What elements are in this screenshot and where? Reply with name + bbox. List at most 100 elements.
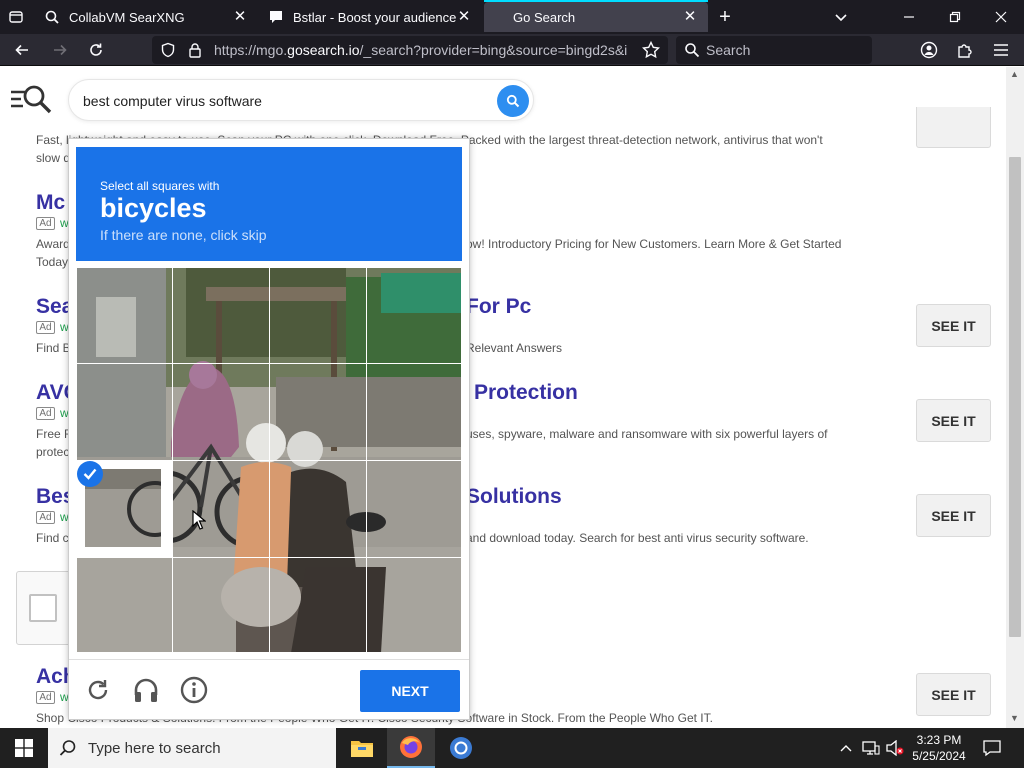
tab-title: CollabVM SearXNG — [69, 9, 185, 25]
see-it-button[interactable]: SEE IT — [916, 399, 991, 442]
page-scrollbar[interactable]: ▲ ▼ — [1006, 67, 1024, 728]
image-tile[interactable] — [172, 557, 270, 653]
result-snippet: Relevant Answers — [466, 341, 563, 355]
image-tile[interactable] — [269, 267, 367, 364]
query-search-box[interactable]: best computer virus software — [68, 79, 534, 121]
reload-button[interactable] — [84, 39, 108, 61]
see-it-button[interactable] — [916, 107, 991, 148]
arrow-right-icon — [54, 44, 67, 56]
taskbar-search-box[interactable]: Type here to search — [48, 728, 336, 768]
show-hidden-icons-button[interactable] — [836, 728, 856, 768]
result-snippet: ow! Introductory Pricing for New Custome… — [466, 237, 842, 251]
forward-button[interactable] — [48, 39, 72, 61]
plus-icon: + — [719, 5, 731, 28]
challenge-footer: NEXT — [69, 659, 469, 719]
extensions-button[interactable] — [954, 39, 976, 61]
headphones-icon — [134, 678, 158, 702]
image-tile[interactable] — [269, 557, 367, 653]
image-tile[interactable] — [172, 460, 270, 558]
scroll-up-icon[interactable]: ▲ — [1010, 69, 1019, 79]
image-tile[interactable] — [269, 363, 367, 461]
challenge-header: Select all squares with bicycles If ther… — [76, 147, 462, 261]
firefox-view-button[interactable] — [4, 6, 28, 28]
clock-time: 3:23 PM — [916, 733, 962, 747]
reload-challenge-button[interactable] — [83, 675, 113, 705]
browser-tab-bar: CollabVM SearXNG ✕ Bstlar - Boost your a… — [0, 0, 1024, 34]
see-it-button[interactable]: SEE IT — [916, 494, 991, 537]
recaptcha-checkbox[interactable] — [29, 594, 57, 622]
scroll-thumb[interactable] — [1009, 157, 1021, 637]
image-tile[interactable] — [172, 363, 270, 461]
shield-icon — [161, 42, 175, 58]
search-submit-button[interactable] — [497, 85, 529, 117]
browser-search-bar[interactable]: Search — [676, 36, 872, 64]
recaptcha-challenge: Select all squares with bicycles If ther… — [68, 138, 470, 720]
image-tile[interactable] — [172, 267, 270, 364]
close-tab-icon[interactable]: ✕ — [682, 9, 698, 25]
challenge-hint: If there are none, click skip — [100, 227, 267, 243]
folder-icon — [351, 741, 373, 757]
image-tile[interactable] — [366, 267, 462, 364]
search-query[interactable]: best computer virus software — [83, 93, 262, 109]
tab-go-search[interactable]: Go Search ✕ — [484, 0, 708, 32]
reload-icon — [90, 43, 102, 56]
result-title[interactable]: Mc — [36, 191, 65, 215]
image-tile[interactable] — [366, 363, 462, 461]
scroll-down-icon[interactable]: ▼ — [1010, 713, 1019, 723]
result-title[interactable]: For Pc — [466, 295, 531, 319]
list-all-tabs-button[interactable] — [830, 6, 852, 28]
image-tile[interactable] — [76, 363, 173, 461]
new-tab-button[interactable]: + — [714, 6, 736, 28]
image-tile-selected[interactable] — [76, 460, 173, 558]
search-icon — [506, 94, 520, 108]
audio-challenge-button[interactable] — [131, 675, 161, 705]
challenge-image-grid — [76, 267, 462, 653]
notifications-button[interactable] — [978, 728, 1006, 768]
arrow-left-icon — [15, 44, 28, 56]
help-button[interactable] — [179, 675, 209, 705]
notification-icon — [983, 740, 1001, 757]
close-window-button[interactable] — [978, 4, 1024, 30]
image-tile[interactable] — [269, 460, 367, 558]
windows-taskbar: Type here to search 3:23 PM 5/25/2024 — [0, 728, 1024, 768]
result-title[interactable]: Protection — [474, 381, 578, 405]
account-button[interactable] — [918, 39, 940, 61]
chevron-up-icon — [840, 745, 852, 752]
image-tile[interactable] — [366, 460, 462, 558]
image-tile[interactable] — [366, 557, 462, 653]
back-button[interactable] — [10, 39, 34, 61]
image-tile[interactable] — [76, 557, 173, 653]
image-tile[interactable] — [76, 267, 173, 364]
see-it-button[interactable]: SEE IT — [916, 304, 991, 347]
taskbar-clock[interactable]: 3:23 PM 5/25/2024 — [904, 732, 974, 764]
app-menu-button[interactable] — [990, 39, 1012, 61]
search-icon — [48, 739, 88, 757]
next-button[interactable]: NEXT — [360, 670, 460, 712]
bookmark-star-icon[interactable] — [642, 41, 660, 59]
search-placeholder: Search — [706, 42, 751, 58]
network-button[interactable] — [860, 728, 882, 768]
start-button[interactable] — [0, 728, 48, 768]
close-tab-icon[interactable]: ✕ — [456, 9, 472, 25]
see-it-button[interactable]: SEE IT — [916, 673, 991, 716]
tab-bstlar[interactable]: Bstlar - Boost your audience ✕ — [258, 2, 482, 32]
tab-title: Go Search — [513, 9, 576, 25]
address-bar[interactable]: https://mgo.gosearch.io/_search?provider… — [152, 36, 668, 64]
reload-icon — [88, 680, 108, 700]
gosearch-logo-icon[interactable] — [10, 84, 52, 121]
close-tab-icon[interactable]: ✕ — [232, 9, 248, 25]
volume-button[interactable] — [884, 728, 906, 768]
navigation-toolbar: https://mgo.gosearch.io/_search?provider… — [0, 34, 1024, 66]
lock-icon — [189, 43, 201, 58]
minimize-button[interactable] — [886, 4, 932, 30]
result-snippet: Today — [36, 255, 69, 269]
result-snippet: Award — [36, 237, 70, 251]
taskbar-chrome[interactable] — [437, 728, 485, 768]
chevron-down-icon — [835, 14, 847, 22]
taskbar-firefox[interactable] — [387, 728, 435, 768]
mouse-cursor-icon — [192, 509, 207, 535]
taskbar-file-explorer[interactable] — [338, 728, 386, 768]
restore-button[interactable] — [932, 4, 978, 30]
result-title[interactable]: Solutions — [466, 485, 562, 509]
tab-collabvm-searxng[interactable]: CollabVM SearXNG ✕ — [34, 2, 258, 32]
